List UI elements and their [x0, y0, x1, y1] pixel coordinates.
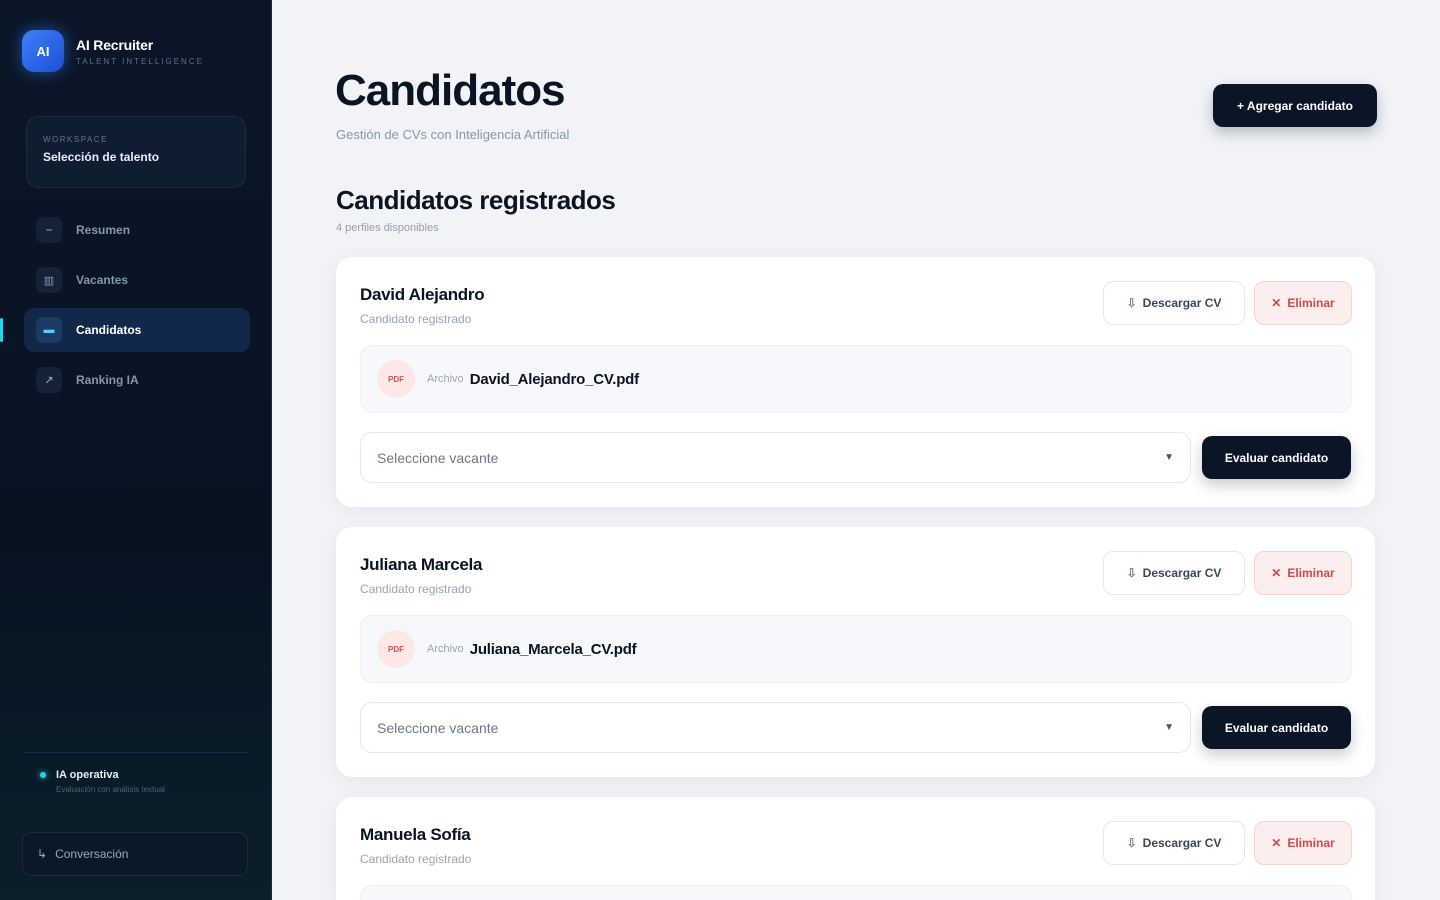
file-name: David_Alejandro_CV.pdf	[469, 370, 639, 388]
brand-logo: AI	[22, 30, 64, 72]
section-subtitle: 4 perfiles disponibles	[336, 222, 439, 234]
brand-name: AI Recruiter	[76, 36, 153, 53]
download-label: Descargar CV	[1142, 566, 1222, 580]
status-dot-icon	[40, 772, 46, 778]
vacancy-select[interactable]: Seleccione vacante ▼	[360, 432, 1191, 483]
page-title: Candidatos	[335, 66, 566, 115]
trash-icon: ✕	[1271, 836, 1282, 850]
vacancy-placeholder: Seleccione vacante	[377, 449, 499, 466]
sidebar-item-ranking[interactable]: ↗ Ranking IA	[24, 358, 250, 402]
sidebar-item-label: Candidatos	[76, 323, 142, 337]
workspace-name: Selección de talento	[43, 150, 160, 164]
conversation-label: Conversación	[55, 847, 129, 861]
status-subtitle: Evaluación con análisis textual	[56, 785, 165, 794]
section-title: Candidatos registrados	[336, 185, 616, 215]
sidebar-item-label: Ranking IA	[76, 373, 139, 387]
candidate-card: Manuela Sofía Candidato registrado ⇩ Des…	[336, 797, 1375, 900]
delete-button[interactable]: ✕ Eliminar	[1254, 551, 1352, 595]
brand-subtitle: TALENT INTELLIGENCE	[76, 56, 204, 66]
chart-icon: ↗	[36, 367, 62, 393]
delete-label: Eliminar	[1287, 566, 1335, 580]
status-title: IA operativa	[56, 769, 119, 781]
conversation-button[interactable]: ↳ Conversación	[22, 832, 248, 876]
download-cv-button[interactable]: ⇩ Descargar CV	[1103, 551, 1245, 595]
file-name: Juliana_Marcela_CV.pdf	[469, 640, 637, 658]
vacancy-placeholder: Seleccione vacante	[377, 719, 499, 736]
evaluate-candidate-button[interactable]: Evaluar candidato	[1202, 706, 1351, 749]
brand[interactable]: AI AI Recruiter TALENT INTELLIGENCE	[22, 30, 204, 72]
file-label: Archivo	[427, 373, 464, 385]
main-content: Candidatos Gestión de CVs con Inteligenc…	[272, 0, 1440, 900]
file-label: Archivo	[427, 643, 464, 655]
cv-file[interactable]: PDF Archivo Juliana_Marcela_CV.pdf	[360, 615, 1352, 683]
download-label: Descargar CV	[1142, 296, 1222, 310]
download-icon: ⇩	[1126, 296, 1137, 310]
pdf-icon: PDF	[377, 360, 415, 398]
delete-button[interactable]: ✕ Eliminar	[1254, 821, 1352, 865]
columns-icon: ▥	[36, 267, 62, 293]
candidate-card: David Alejandro Candidato registrado ⇩ D…	[336, 257, 1375, 507]
delete-button[interactable]: ✕ Eliminar	[1254, 281, 1352, 325]
chevron-down-icon: ▼	[1164, 722, 1174, 733]
download-cv-button[interactable]: ⇩ Descargar CV	[1103, 281, 1245, 325]
download-icon: ⇩	[1126, 836, 1137, 850]
page-subtitle: Gestión de CVs con Inteligencia Artifici…	[336, 127, 570, 142]
candidate-name: David Alejandro	[360, 285, 485, 304]
candidate-status: Candidato registrado	[360, 852, 472, 866]
trash-icon: ✕	[1271, 566, 1282, 580]
download-label: Descargar CV	[1142, 836, 1222, 850]
delete-label: Eliminar	[1287, 836, 1335, 850]
sidebar-item-label: Resumen	[76, 223, 131, 237]
pdf-icon: PDF	[377, 630, 415, 668]
workspace-label: WORKSPACE	[43, 135, 108, 144]
ai-status: IA operativa Evaluación con análisis tex…	[24, 752, 248, 794]
sidebar-item-label: Vacantes	[76, 273, 129, 287]
candidate-name: Manuela Sofía	[360, 825, 471, 844]
sidebar-item-resumen[interactable]: – Resumen	[24, 208, 250, 252]
person-icon: ▬	[36, 317, 62, 343]
candidate-name: Juliana Marcela	[360, 555, 483, 574]
cv-file[interactable]	[360, 885, 1352, 900]
chat-icon: ↳	[37, 847, 48, 861]
add-candidate-button[interactable]: + Agregar candidato	[1213, 84, 1377, 127]
dash-icon: –	[36, 217, 62, 243]
workspace-card[interactable]: WORKSPACE Selección de talento	[26, 116, 246, 188]
delete-label: Eliminar	[1287, 296, 1335, 310]
download-icon: ⇩	[1126, 566, 1137, 580]
candidate-status: Candidato registrado	[360, 312, 472, 326]
vacancy-select[interactable]: Seleccione vacante ▼	[360, 702, 1191, 753]
sidebar-item-vacantes[interactable]: ▥ Vacantes	[24, 258, 250, 302]
download-cv-button[interactable]: ⇩ Descargar CV	[1103, 821, 1245, 865]
sidebar-item-candidatos[interactable]: ▬ Candidatos	[0, 308, 250, 352]
cv-file[interactable]: PDF Archivo David_Alejandro_CV.pdf	[360, 345, 1352, 413]
sidebar: AI AI Recruiter TALENT INTELLIGENCE WORK…	[0, 0, 272, 900]
candidate-card: Juliana Marcela Candidato registrado ⇩ D…	[336, 527, 1375, 777]
sidebar-nav: – Resumen ▥ Vacantes ▬ Candidatos ↗ Rank…	[0, 208, 250, 408]
chevron-down-icon: ▼	[1164, 452, 1174, 463]
trash-icon: ✕	[1271, 296, 1282, 310]
candidate-status: Candidato registrado	[360, 582, 472, 596]
evaluate-candidate-button[interactable]: Evaluar candidato	[1202, 436, 1351, 479]
